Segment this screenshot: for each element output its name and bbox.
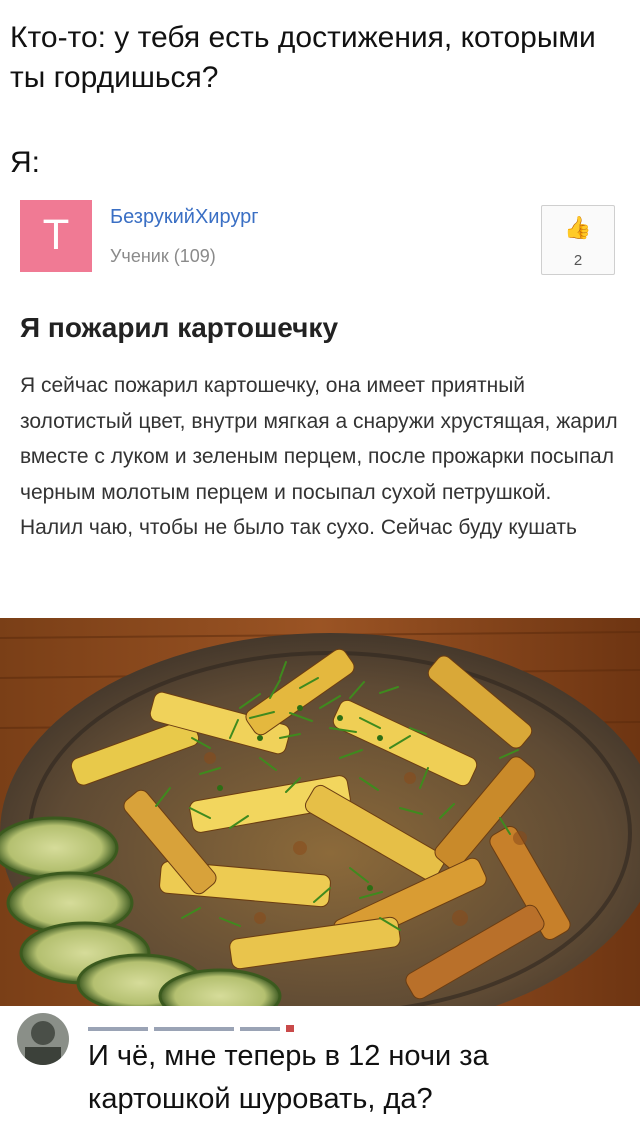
- meme-answer-label: Я:: [10, 146, 40, 179]
- post-title: Я пожарил картошечку: [20, 312, 339, 343]
- thumbs-up-icon: 👍: [564, 216, 592, 241]
- author-avatar[interactable]: T: [20, 200, 92, 272]
- author-name-link[interactable]: БезрукийХирург: [110, 206, 259, 229]
- meme-question: Кто-то: у тебя есть достижения, которыми…: [10, 21, 596, 94]
- like-button[interactable]: 👍 2: [541, 205, 615, 275]
- fried-potatoes-photo: [0, 618, 640, 1006]
- post-body: Я сейчас пожарил картошечку, она имеет п…: [20, 374, 618, 539]
- author-rank: Ученик (109): [110, 246, 216, 266]
- commenter-name-blurred: [88, 1020, 298, 1032]
- commenter-avatar[interactable]: [17, 1013, 69, 1065]
- like-count: 2: [573, 252, 583, 269]
- comment-text: И чё, мне теперь в 12 ночи за картошкой …: [88, 1040, 489, 1115]
